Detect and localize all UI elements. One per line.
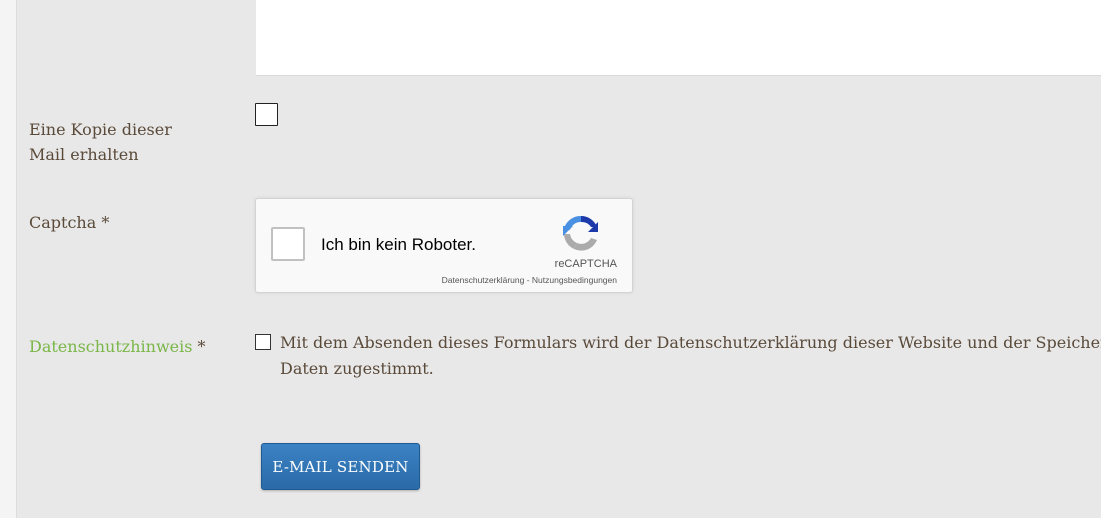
privacy-consent-text: Mit dem Absenden dieses Formulars wird d… [280, 330, 1101, 382]
send-email-button[interactable]: E-MAIL SENDEN [261, 443, 420, 490]
privacy-checkbox[interactable] [255, 334, 271, 350]
privacy-label: Datenschutzhinweis * [29, 334, 206, 359]
message-textarea[interactable] [256, 0, 1101, 76]
privacy-label-link[interactable]: Datenschutzhinweis [29, 337, 192, 356]
form-panel: Eine Kopie dieser Mail erhalten Captcha … [16, 0, 1101, 518]
privacy-text-line2: Daten zugestimmt. [280, 359, 434, 378]
copy-checkbox[interactable] [255, 103, 278, 126]
recaptcha-terms-link[interactable]: Nutzungsbedingungen [532, 275, 617, 285]
copy-label-line1: Eine Kopie dieser [29, 120, 172, 139]
recaptcha-logo-icon [563, 215, 598, 251]
recaptcha-privacy-link[interactable]: Datenschutzerklärung [442, 275, 525, 285]
copy-label: Eine Kopie dieser Mail erhalten [29, 117, 199, 167]
captcha-label: Captcha * [29, 213, 110, 232]
recaptcha-checkbox[interactable] [271, 227, 305, 261]
privacy-text-line1: Mit dem Absenden dieses Formulars wird d… [280, 333, 1101, 352]
recaptcha-brand: reCAPTCHA [554, 258, 617, 270]
recaptcha-widget: Ich bin kein Roboter. reCAPTCHA Datensch… [255, 198, 633, 293]
copy-label-line2: Mail erhalten [29, 145, 139, 164]
recaptcha-label: Ich bin kein Roboter. [321, 235, 476, 254]
privacy-label-required: * [192, 337, 206, 356]
recaptcha-links: Datenschutzerklärung - Nutzungsbedingung… [442, 275, 617, 285]
recaptcha-link-separator: - [524, 275, 532, 285]
